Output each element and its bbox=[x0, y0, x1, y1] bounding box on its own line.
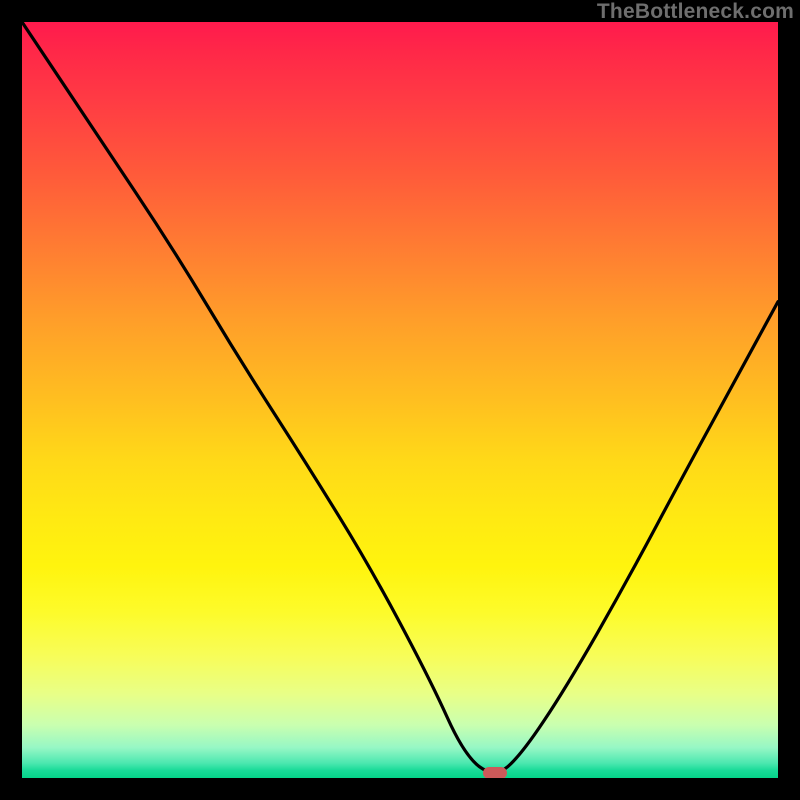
plot-area bbox=[22, 22, 778, 778]
optimal-marker bbox=[483, 767, 507, 778]
bottleneck-curve bbox=[22, 22, 778, 778]
curve-path bbox=[22, 22, 778, 772]
chart-frame: TheBottleneck.com bbox=[0, 0, 800, 800]
watermark-text: TheBottleneck.com bbox=[597, 0, 794, 24]
